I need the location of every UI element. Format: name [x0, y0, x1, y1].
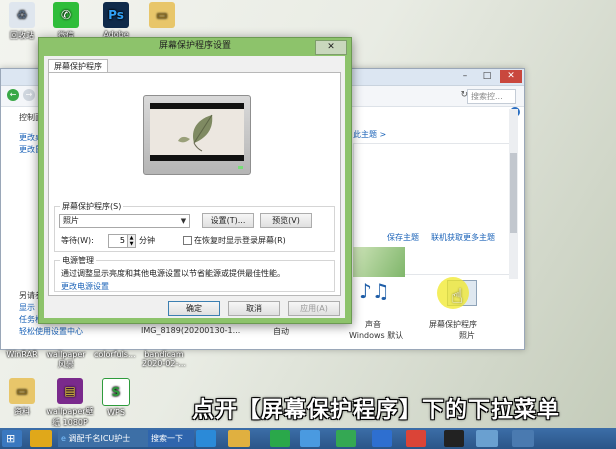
desktop-icon-label: WinRAR [6, 350, 38, 359]
minutes-label: 分钟 [139, 236, 155, 245]
personalization-icon[interactable] [512, 430, 534, 447]
chrome-icon[interactable] [406, 430, 426, 447]
preview-button[interactable]: 预览(V) [260, 213, 312, 228]
start-button[interactable]: ⊞ [2, 430, 22, 447]
tutorial-caption: 点开【屏幕保护程序】下的下拉菜单 [192, 398, 561, 423]
wps-icon: S [102, 378, 130, 406]
power-group: 电源管理 通过调整显示亮度和其他电源设置以节省能源或提供最佳性能。 更改电源设置 [54, 255, 335, 292]
power-group-label: 电源管理 [60, 255, 96, 266]
dialog-title: 屏幕保护程序设置 [158, 41, 231, 51]
ok-button[interactable]: 确定 [168, 301, 220, 316]
desktop-icon-wallpaper-archive[interactable]: ▤ wallpaper壁纸 1080P [46, 378, 94, 428]
desktop-icon-label: WPS [107, 408, 125, 417]
archive-icon: ▤ [57, 378, 83, 404]
scrollbar-thumb[interactable] [510, 153, 517, 233]
dialog-body: 屏幕保护程序 屏幕保护程序(S) 照片 ▼ 设置(T)... 预览(V) 等待(… [44, 56, 345, 318]
left-nav-item[interactable]: 轻松使用设置中心 [19, 326, 83, 337]
desktop-icon-bandicam[interactable]: bandicam 2020-02-... [142, 350, 186, 368]
wait-spinner[interactable]: ▲ ▼ [128, 234, 136, 248]
wps-writer-icon[interactable] [372, 430, 392, 447]
settings-button[interactable]: 设置(T)... [202, 213, 254, 228]
recorder-icon[interactable] [444, 430, 464, 447]
dialog-close-button[interactable]: ✕ [315, 40, 347, 55]
taskbar-task-browser[interactable]: e 调配千名ICU护士 [58, 430, 150, 447]
monitor-preview [143, 95, 251, 175]
folder-icon: ▭ [9, 378, 35, 404]
apply-button[interactable]: 应用(A) [288, 301, 340, 316]
thumb-caption-color[interactable]: 自动 [273, 326, 289, 337]
forward-icon[interactable]: → [23, 89, 35, 101]
left-nav-item[interactable]: 显示 [19, 302, 35, 313]
ie-icon[interactable] [196, 430, 216, 447]
desktop-icon-photoshop[interactable]: Ps Adobe [96, 2, 136, 39]
desktop-icon-wechat[interactable]: ✆ 微信 [46, 2, 86, 41]
wait-label: 等待(W): [61, 236, 94, 245]
screensaver-select[interactable]: 照片 ▼ [59, 214, 190, 228]
chevron-down-icon[interactable]: ▼ [178, 215, 189, 227]
close-button[interactable]: ✕ [500, 70, 522, 83]
control-panel-icon[interactable] [476, 430, 498, 447]
minimize-button[interactable]: – [454, 70, 476, 83]
screensaver-selected-value: 照片 [63, 216, 79, 225]
baidu-netdisk-icon[interactable] [300, 430, 320, 447]
screensaver-group-label: 屏幕保护程序(S) [60, 201, 124, 212]
refresh-icon[interactable]: ↻ [460, 90, 468, 100]
maximize-button[interactable]: □ [476, 70, 498, 83]
desktop-icon-winrar[interactable]: WinRAR [2, 350, 42, 359]
store-icon[interactable] [270, 430, 290, 447]
taskbar: ⊞ e 调配千名ICU护士 搜索一下 [0, 428, 616, 449]
search-input[interactable]: 搜索控... [467, 89, 516, 104]
desktop-icon-folder-data[interactable]: ▭ 资料 [2, 378, 42, 417]
tab-screensaver[interactable]: 屏幕保护程序 [48, 59, 108, 73]
back-icon[interactable]: ← [7, 89, 19, 101]
taskbar-app-icon[interactable] [30, 430, 52, 447]
monitor-power-led [238, 166, 243, 169]
scrollbar[interactable] [509, 109, 518, 279]
thumb-sub-sound: Windows 默认 [349, 331, 404, 340]
wallpaper-preview [353, 247, 405, 277]
taskbar-task-label: 调配千名ICU护士 [68, 434, 131, 443]
theme-detail-link[interactable]: 此主题 > [353, 129, 386, 140]
desktop-icon-label: wallpaper壁纸 1080P [46, 407, 94, 427]
screensaver-settings-dialog: 屏幕保护程序设置 ✕ 屏幕保护程序 屏幕保护程序(S) 照片 ▼ 设置(T)..… [38, 37, 352, 324]
desktop-icon-label: 资料 [14, 407, 30, 416]
desktop-icon-label: colorfuls... [94, 350, 136, 359]
desktop-icon-label: bandicam 2020-02-... [142, 350, 186, 368]
screensaver-group: 屏幕保护程序(S) 照片 ▼ 设置(T)... 预览(V) 等待(W): 5 ▲… [54, 201, 335, 252]
desktop-icon-recycle-bin[interactable]: ♻ 回收站 [2, 2, 42, 41]
folder-icon: ▭ [149, 2, 175, 28]
desktop-icon-colorful[interactable]: colorfuls... [94, 350, 136, 359]
thumb-caption-wallpaper[interactable]: IMG_8189(20200130-1... [141, 326, 240, 335]
ie-icon: e [61, 434, 66, 443]
desktop-icon-label: wallpaper 风景 [46, 350, 86, 369]
taskbar-search[interactable]: 搜索一下 [148, 430, 194, 447]
desktop-icon-wallpaper-scenery[interactable]: wallpaper 风景 [46, 350, 86, 370]
thumb-caption-screensaver[interactable]: 屏幕保护程序 [429, 319, 477, 330]
tab-panel: 屏幕保护程序(S) 照片 ▼ 设置(T)... 预览(V) 等待(W): 5 ▲… [48, 72, 341, 296]
preview-image [150, 109, 244, 155]
wait-minutes-input[interactable]: 5 [108, 234, 128, 248]
desktop-icon-label: 回收站 [10, 31, 34, 40]
photoshop-icon: Ps [103, 2, 129, 28]
leaf-icon [178, 114, 213, 152]
desktop-icon-folder[interactable]: ▭ [142, 2, 182, 30]
windows-icon: ⊞ [6, 432, 16, 445]
resume-checkbox[interactable] [183, 236, 192, 245]
preview-screen [150, 103, 244, 161]
wechat-icon: ✆ [53, 2, 79, 28]
power-description: 通过调整显示亮度和其他电源设置以节省能源或提供最佳性能。 [61, 269, 285, 278]
resume-checkbox-label[interactable]: 在恢复时显示登录屏幕(R) [194, 235, 286, 246]
file-explorer-icon[interactable] [228, 430, 250, 447]
recycle-bin-icon: ♻ [9, 2, 35, 28]
browser-icon[interactable] [336, 430, 356, 447]
thumb-sub-screensaver: 照片 [459, 331, 475, 340]
hand-cursor-icon: ☝ [451, 284, 464, 308]
change-power-settings-link[interactable]: 更改电源设置 [61, 281, 109, 292]
thumb-caption-sound[interactable]: 声音 [365, 319, 381, 330]
sound-thumb-icon[interactable]: ♪♫ [359, 279, 390, 303]
desktop-icon-wps[interactable]: S WPS [96, 378, 136, 417]
cancel-button[interactable]: 取消 [228, 301, 280, 316]
